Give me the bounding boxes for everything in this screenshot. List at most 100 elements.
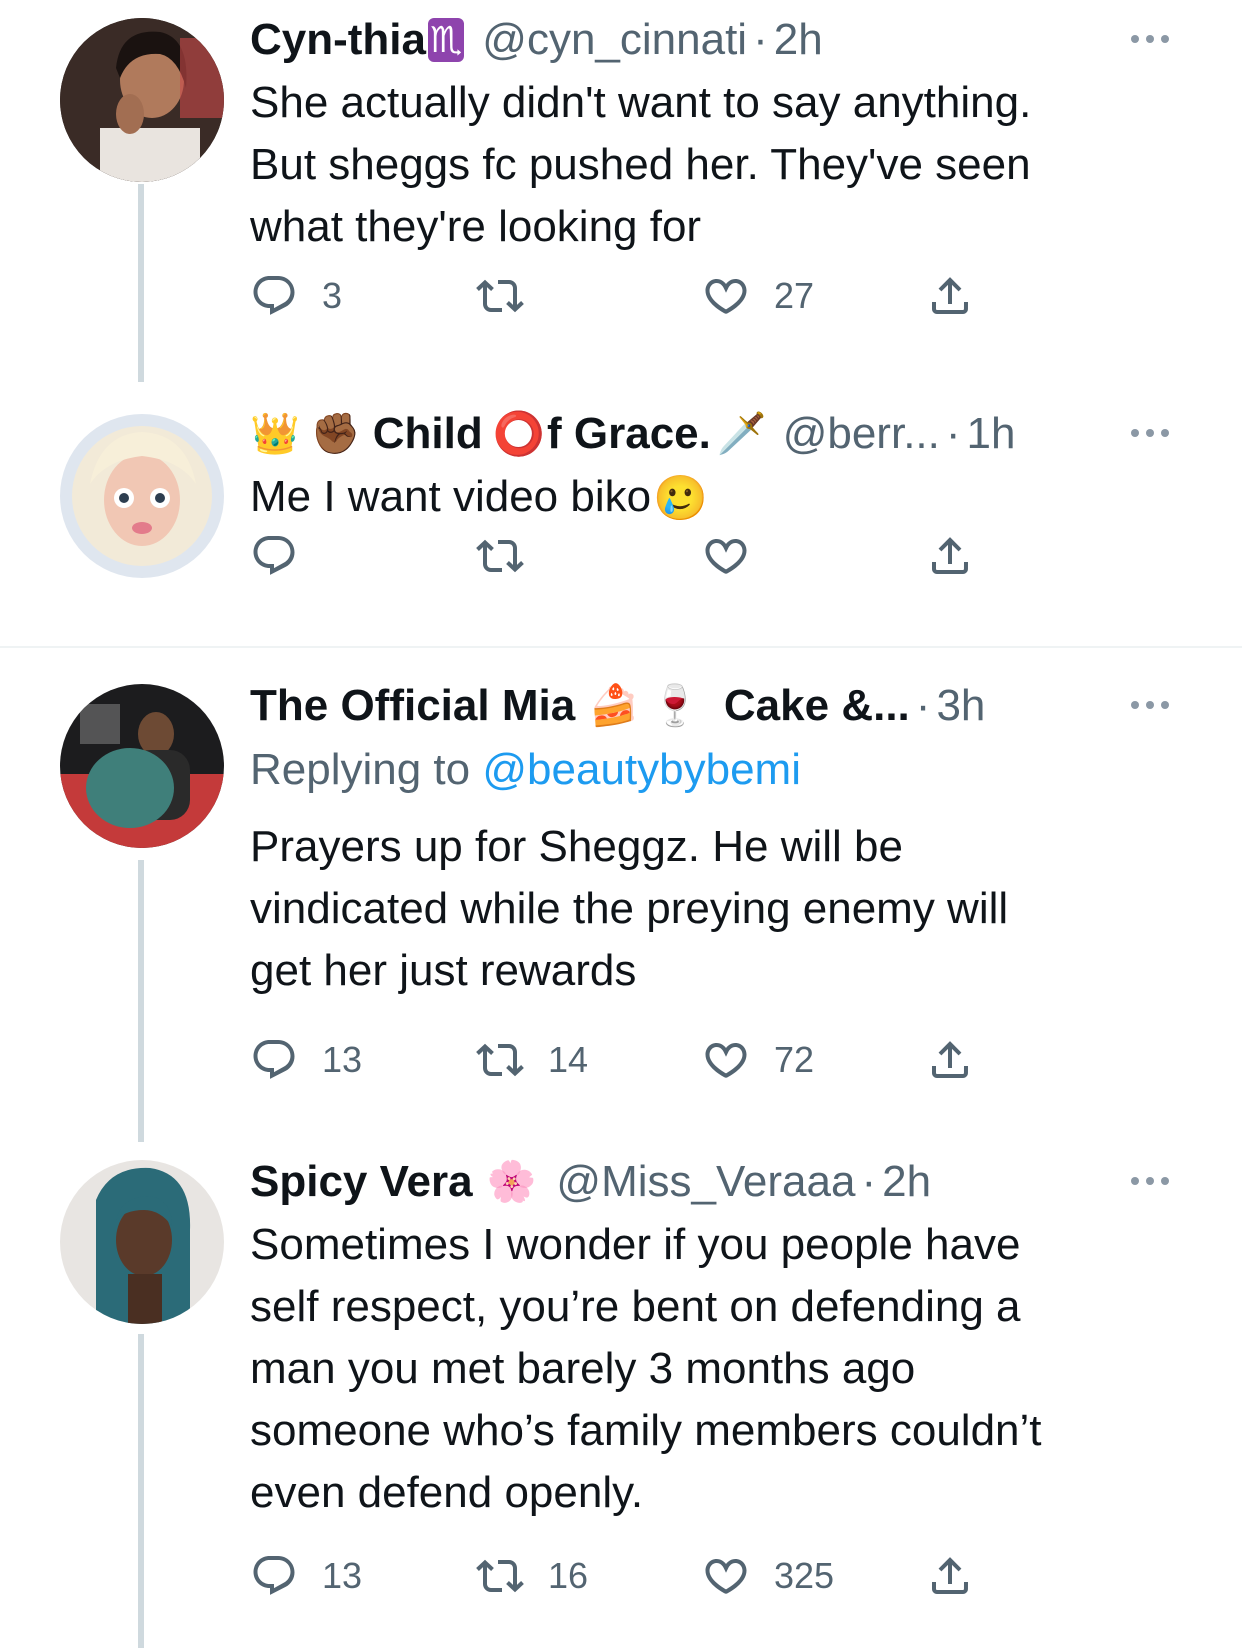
reply-icon bbox=[250, 532, 298, 580]
display-name[interactable]: The Official Mia bbox=[250, 678, 575, 734]
retweet-count: 16 bbox=[548, 1555, 589, 1596]
display-name[interactable]: Cyn-thia bbox=[250, 12, 426, 68]
reply-icon bbox=[250, 272, 298, 320]
share-button[interactable] bbox=[926, 528, 974, 584]
share-icon bbox=[926, 1036, 974, 1084]
tweet-actions: 3 27 bbox=[250, 268, 1020, 324]
tweet-text-line: vindicated while the preying enemy will bbox=[250, 884, 1009, 933]
heart-icon bbox=[702, 1036, 750, 1084]
retweet-icon bbox=[476, 1552, 524, 1600]
share-button[interactable] bbox=[926, 268, 974, 324]
reply-button[interactable]: 13 bbox=[250, 1032, 362, 1088]
red-circle-emoji: ⭕ bbox=[492, 410, 546, 457]
user-handle[interactable]: @Miss_Veraaa bbox=[556, 1154, 855, 1210]
like-count: 27 bbox=[774, 275, 815, 316]
reply-count: 3 bbox=[322, 275, 343, 316]
display-name-suffix[interactable]: f Grace. bbox=[547, 406, 711, 462]
tweet-header: Spicy Vera 🌸 @Miss_Veraaa · 2h bbox=[250, 1154, 1172, 1210]
tweet-actions bbox=[250, 528, 1020, 584]
tweet-text: Me I want video biko🥲 bbox=[250, 466, 1172, 530]
tweet-text-line: someone who’s family members couldn’t bbox=[250, 1406, 1042, 1455]
tweet-content: 👑 ✊🏾 Child ⭕ f Grace. 🗡️ @berr... · 1h M… bbox=[250, 406, 1172, 530]
share-icon bbox=[926, 532, 974, 580]
mention-link[interactable]: @beautybybemi bbox=[482, 745, 801, 794]
tweet-header: 👑 ✊🏾 Child ⭕ f Grace. 🗡️ @berr... · 1h bbox=[250, 406, 1172, 462]
crown-fist-emoji: 👑 ✊🏾 bbox=[250, 412, 361, 456]
share-button[interactable] bbox=[926, 1032, 974, 1088]
tweet-actions: 13 14 72 bbox=[250, 1032, 1020, 1088]
more-options-icon[interactable] bbox=[1128, 1166, 1172, 1196]
thread-line bbox=[138, 860, 144, 1142]
heart-icon bbox=[702, 1552, 750, 1600]
share-icon bbox=[926, 272, 974, 320]
like-count: 72 bbox=[774, 1039, 815, 1080]
thread-line bbox=[138, 1334, 144, 1648]
cherry-blossom-emoji: 🌸 bbox=[486, 1160, 537, 1204]
more-options-icon[interactable] bbox=[1128, 690, 1172, 720]
retweet-icon bbox=[476, 532, 524, 580]
tweet-text-line: even defend openly. bbox=[250, 1468, 644, 1517]
retweet-button[interactable]: 16 bbox=[476, 1548, 588, 1604]
like-button[interactable]: 27 bbox=[702, 268, 814, 324]
replying-to-label: Replying to bbox=[250, 745, 471, 794]
retweet-button[interactable] bbox=[476, 528, 524, 584]
reply-button[interactable]: 13 bbox=[250, 1548, 362, 1604]
retweet-button[interactable]: 14 bbox=[476, 1032, 588, 1088]
replying-to: Replying to @beautybybemi bbox=[250, 742, 1172, 798]
tweet-header: The Official Mia 🍰 🍷 Cake &... · 3h bbox=[250, 678, 1172, 734]
separator-dot: · bbox=[753, 15, 768, 64]
tweet-text-line: get her just rewards bbox=[250, 946, 637, 995]
display-name[interactable]: Child bbox=[373, 406, 483, 462]
separator-dot: · bbox=[945, 409, 961, 458]
divider bbox=[0, 646, 1242, 648]
avatar[interactable] bbox=[60, 414, 224, 578]
retweet-count: 14 bbox=[548, 1039, 589, 1080]
tweet-text: Prayers up for Sheggz. He will be vindic… bbox=[250, 816, 1172, 1002]
avatar[interactable] bbox=[60, 684, 224, 848]
like-button[interactable]: 325 bbox=[702, 1548, 834, 1604]
scorpio-emoji: ♏ bbox=[428, 18, 465, 62]
tweet-text-line: Prayers up for Sheggz. He will be bbox=[250, 822, 903, 871]
tweet-content: Cyn-thia ♏ @cyn_cinnati · 2h She actuall… bbox=[250, 12, 1172, 258]
tweet-text-line: what they're looking for bbox=[250, 202, 702, 251]
reply-button[interactable]: 3 bbox=[250, 268, 342, 324]
share-icon bbox=[926, 1552, 974, 1600]
user-handle[interactable]: @berr... bbox=[783, 406, 940, 462]
user-handle[interactable]: @cyn_cinnati bbox=[482, 12, 747, 68]
avatar[interactable] bbox=[60, 1160, 224, 1324]
share-button[interactable] bbox=[926, 1548, 974, 1604]
tweet-text-line: Me I want video biko bbox=[250, 472, 652, 521]
retweet-icon bbox=[476, 1036, 524, 1084]
like-count: 325 bbox=[774, 1555, 835, 1596]
tweet-header: Cyn-thia ♏ @cyn_cinnati · 2h bbox=[250, 12, 1172, 68]
timestamp[interactable]: 2h bbox=[774, 12, 823, 68]
like-button[interactable] bbox=[702, 528, 750, 584]
display-name-suffix[interactable]: Cake &... bbox=[724, 678, 910, 734]
reply-icon bbox=[250, 1552, 298, 1600]
reply-icon bbox=[250, 1036, 298, 1084]
timestamp[interactable]: 1h bbox=[967, 406, 1016, 462]
dagger-emoji: 🗡️ bbox=[716, 412, 767, 456]
cake-wine-emoji: 🍰 🍷 bbox=[589, 684, 700, 728]
reply-button[interactable] bbox=[250, 528, 298, 584]
tweet-text-line: man you met barely 3 months ago bbox=[250, 1344, 916, 1393]
thread-line bbox=[138, 184, 144, 382]
tweet-content: Spicy Vera 🌸 @Miss_Veraaa · 2h Sometimes… bbox=[250, 1154, 1172, 1524]
more-options-icon[interactable] bbox=[1128, 418, 1172, 448]
display-name[interactable]: Spicy Vera bbox=[250, 1154, 473, 1210]
tweet-text: Sometimes I wonder if you people have se… bbox=[250, 1214, 1172, 1524]
timestamp[interactable]: 2h bbox=[882, 1154, 931, 1210]
like-button[interactable]: 72 bbox=[702, 1032, 814, 1088]
avatar[interactable] bbox=[60, 18, 224, 182]
timestamp[interactable]: 3h bbox=[936, 678, 985, 734]
heart-icon bbox=[702, 272, 750, 320]
retweet-button[interactable] bbox=[476, 268, 524, 324]
reply-count: 13 bbox=[322, 1555, 363, 1596]
reply-count: 13 bbox=[322, 1039, 363, 1080]
more-options-icon[interactable] bbox=[1128, 24, 1172, 54]
separator-dot: · bbox=[861, 1157, 877, 1206]
retweet-icon bbox=[476, 272, 524, 320]
heart-icon bbox=[702, 532, 750, 580]
tweet-actions: 13 16 325 bbox=[250, 1548, 1020, 1604]
tweet-text-line: self respect, you’re bent on defending a bbox=[250, 1282, 1021, 1331]
